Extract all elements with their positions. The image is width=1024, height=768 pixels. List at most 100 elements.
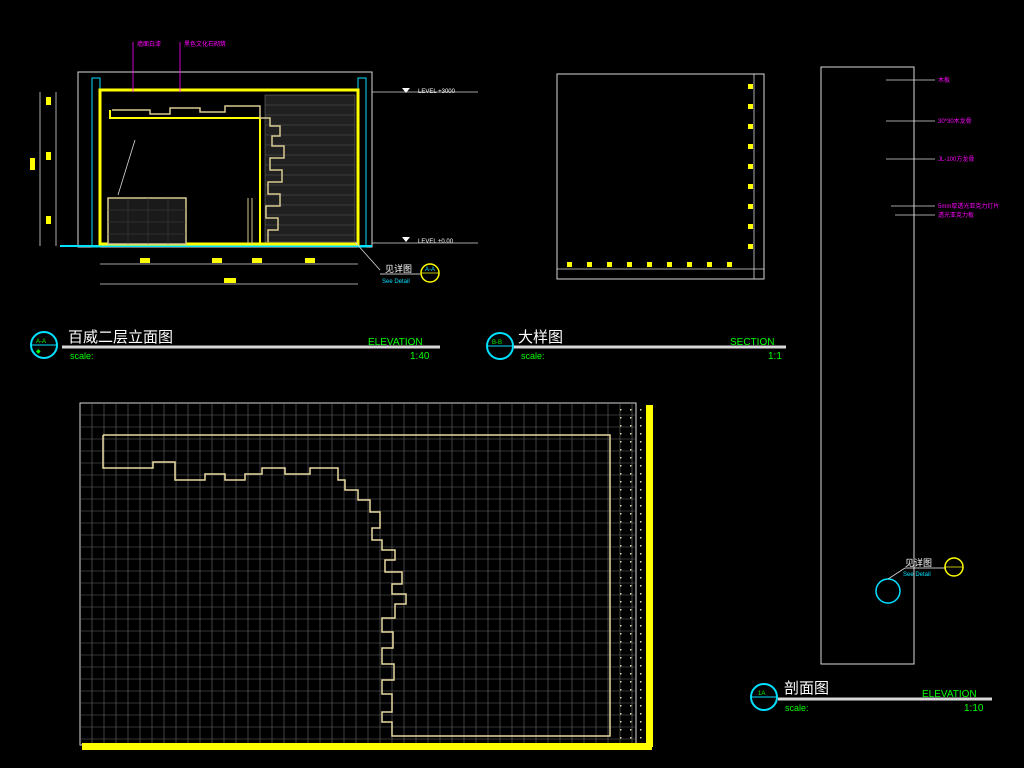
- grid-dot-marker: [640, 449, 642, 451]
- elevation-title: 百威二层立面图: [68, 328, 173, 346]
- grid-dot-marker: [620, 529, 622, 531]
- grid-dot-marker: [630, 649, 632, 651]
- grid-dot-marker: [620, 537, 622, 539]
- grid-dot-marker: [630, 585, 632, 587]
- grid-dot-marker: [620, 641, 622, 643]
- wainscot-panel: [107, 197, 187, 245]
- grid-dot-marker: [640, 513, 642, 515]
- section-see-detail-sublabel: See Detail: [903, 572, 931, 578]
- grid-dot-marker: [640, 601, 642, 603]
- grid-dot-marker: [620, 409, 622, 411]
- grid-dot-marker: [630, 633, 632, 635]
- grid-dot-marker: [620, 489, 622, 491]
- grid-dot-marker: [630, 625, 632, 627]
- grid-dot-marker: [620, 609, 622, 611]
- grid-dot-marker: [620, 505, 622, 507]
- grid-dot-marker: [640, 489, 642, 491]
- grid-dot-marker: [620, 657, 622, 659]
- grid-dot-marker: [630, 617, 632, 619]
- grid-dot-marker: [640, 569, 642, 571]
- grid-dot-marker: [630, 489, 632, 491]
- grid-dot-marker: [620, 561, 622, 563]
- grid-dot-marker: [640, 481, 642, 483]
- grid-dot-marker: [620, 569, 622, 571]
- elevation-tag: ELEVATION: [368, 337, 423, 348]
- grid-dot-marker: [640, 433, 642, 435]
- elevation-title-symbol-top: A-A: [36, 339, 46, 345]
- grid-dot-marker: [640, 713, 642, 715]
- grid-dot-marker: [620, 721, 622, 723]
- grid-dot-marker: [630, 537, 632, 539]
- grid-dot-marker: [630, 737, 632, 739]
- grid-dot-marker: [620, 665, 622, 667]
- grid-dot-marker: [640, 593, 642, 595]
- grid-dot-marker: [640, 633, 642, 635]
- detail-scale-value: 1:1: [768, 351, 782, 362]
- grid-dot-marker: [630, 457, 632, 459]
- grid-dot-marker: [630, 497, 632, 499]
- grid-dot-marker: [640, 681, 642, 683]
- section-title-symbol-top: 1A: [758, 691, 765, 697]
- grid-dot-marker: [640, 729, 642, 731]
- left-dimension-text-2: [46, 152, 51, 160]
- grid-dot-marker: [620, 449, 622, 451]
- grid-dot-marker: [640, 441, 642, 443]
- grid-dot-marker: [640, 673, 642, 675]
- elevation-scale-value: 1:40: [410, 351, 430, 362]
- grid-dot-marker: [640, 577, 642, 579]
- grid-dot-marker: [630, 665, 632, 667]
- grid-dot-marker: [640, 537, 642, 539]
- left-dimension-text-1: [46, 97, 51, 105]
- grid-dot-marker: [630, 729, 632, 731]
- cad-drawing-canvas: 墙面白漆 黑色文化石砌筑 LEVEL +3000 LEVEL ±0.00 见详图…: [0, 0, 1024, 768]
- level-bottom-label: LEVEL ±0.00: [418, 239, 454, 245]
- detail-bottom-fastener-markers: [567, 262, 732, 267]
- grid-dot-marker: [620, 649, 622, 651]
- detail-tag: SECTION: [730, 337, 774, 348]
- grid-dot-marker: [640, 457, 642, 459]
- grid-dot-marker: [640, 409, 642, 411]
- grid-dot-marker: [620, 585, 622, 587]
- grid-dot-marker: [640, 721, 642, 723]
- grid-dot-marker: [640, 641, 642, 643]
- see-detail-label[interactable]: 见详图: [385, 263, 412, 275]
- grid-dot-marker: [620, 577, 622, 579]
- grid-dot-marker: [620, 513, 622, 515]
- grid-dot-marker: [630, 409, 632, 411]
- detail-title: 大样图: [518, 328, 563, 346]
- grid-dot-marker: [620, 713, 622, 715]
- grid-bottom-marker-bar: [82, 743, 652, 750]
- section-note-2: 30*30木龙骨: [938, 117, 972, 125]
- grid-dot-marker: [630, 505, 632, 507]
- grid-dot-marker: [640, 697, 642, 699]
- section-note-4: 5mm厚透光亚克力灯片: [938, 202, 999, 210]
- grid-dot-marker: [630, 697, 632, 699]
- grid-dot-marker: [620, 433, 622, 435]
- grid-dot-marker: [640, 561, 642, 563]
- grid-dot-marker: [620, 473, 622, 475]
- level-top-label: LEVEL +3000: [418, 89, 456, 95]
- left-overall-dimension-text: [30, 158, 35, 170]
- section-see-detail-label[interactable]: 见详图: [905, 557, 932, 569]
- grid-dot-marker: [620, 673, 622, 675]
- bottom-dimension-text-1: [140, 258, 150, 263]
- grid-dot-marker: [630, 441, 632, 443]
- grid-dot-marker: [620, 457, 622, 459]
- grid-dot-marker: [640, 705, 642, 707]
- detail-right-fastener-markers: [748, 84, 753, 249]
- elevation-scale-label: scale:: [70, 351, 94, 361]
- section-title: 剖面图: [784, 679, 829, 697]
- grid-dot-marker: [630, 657, 632, 659]
- grid-dot-marker: [640, 545, 642, 547]
- left-dimension-text-3: [46, 216, 51, 224]
- grid-dot-marker: [630, 417, 632, 419]
- grid-dot-marker: [630, 561, 632, 563]
- grid-dot-marker: [620, 425, 622, 427]
- grid-dot-marker: [630, 521, 632, 523]
- grid-dot-marker: [640, 529, 642, 531]
- grid-dot-marker: [630, 681, 632, 683]
- grid-dot-marker: [630, 713, 632, 715]
- bottom-dimension-text-2: [212, 258, 222, 263]
- section-note-1: 木板: [938, 76, 950, 84]
- grid-dot-marker: [630, 577, 632, 579]
